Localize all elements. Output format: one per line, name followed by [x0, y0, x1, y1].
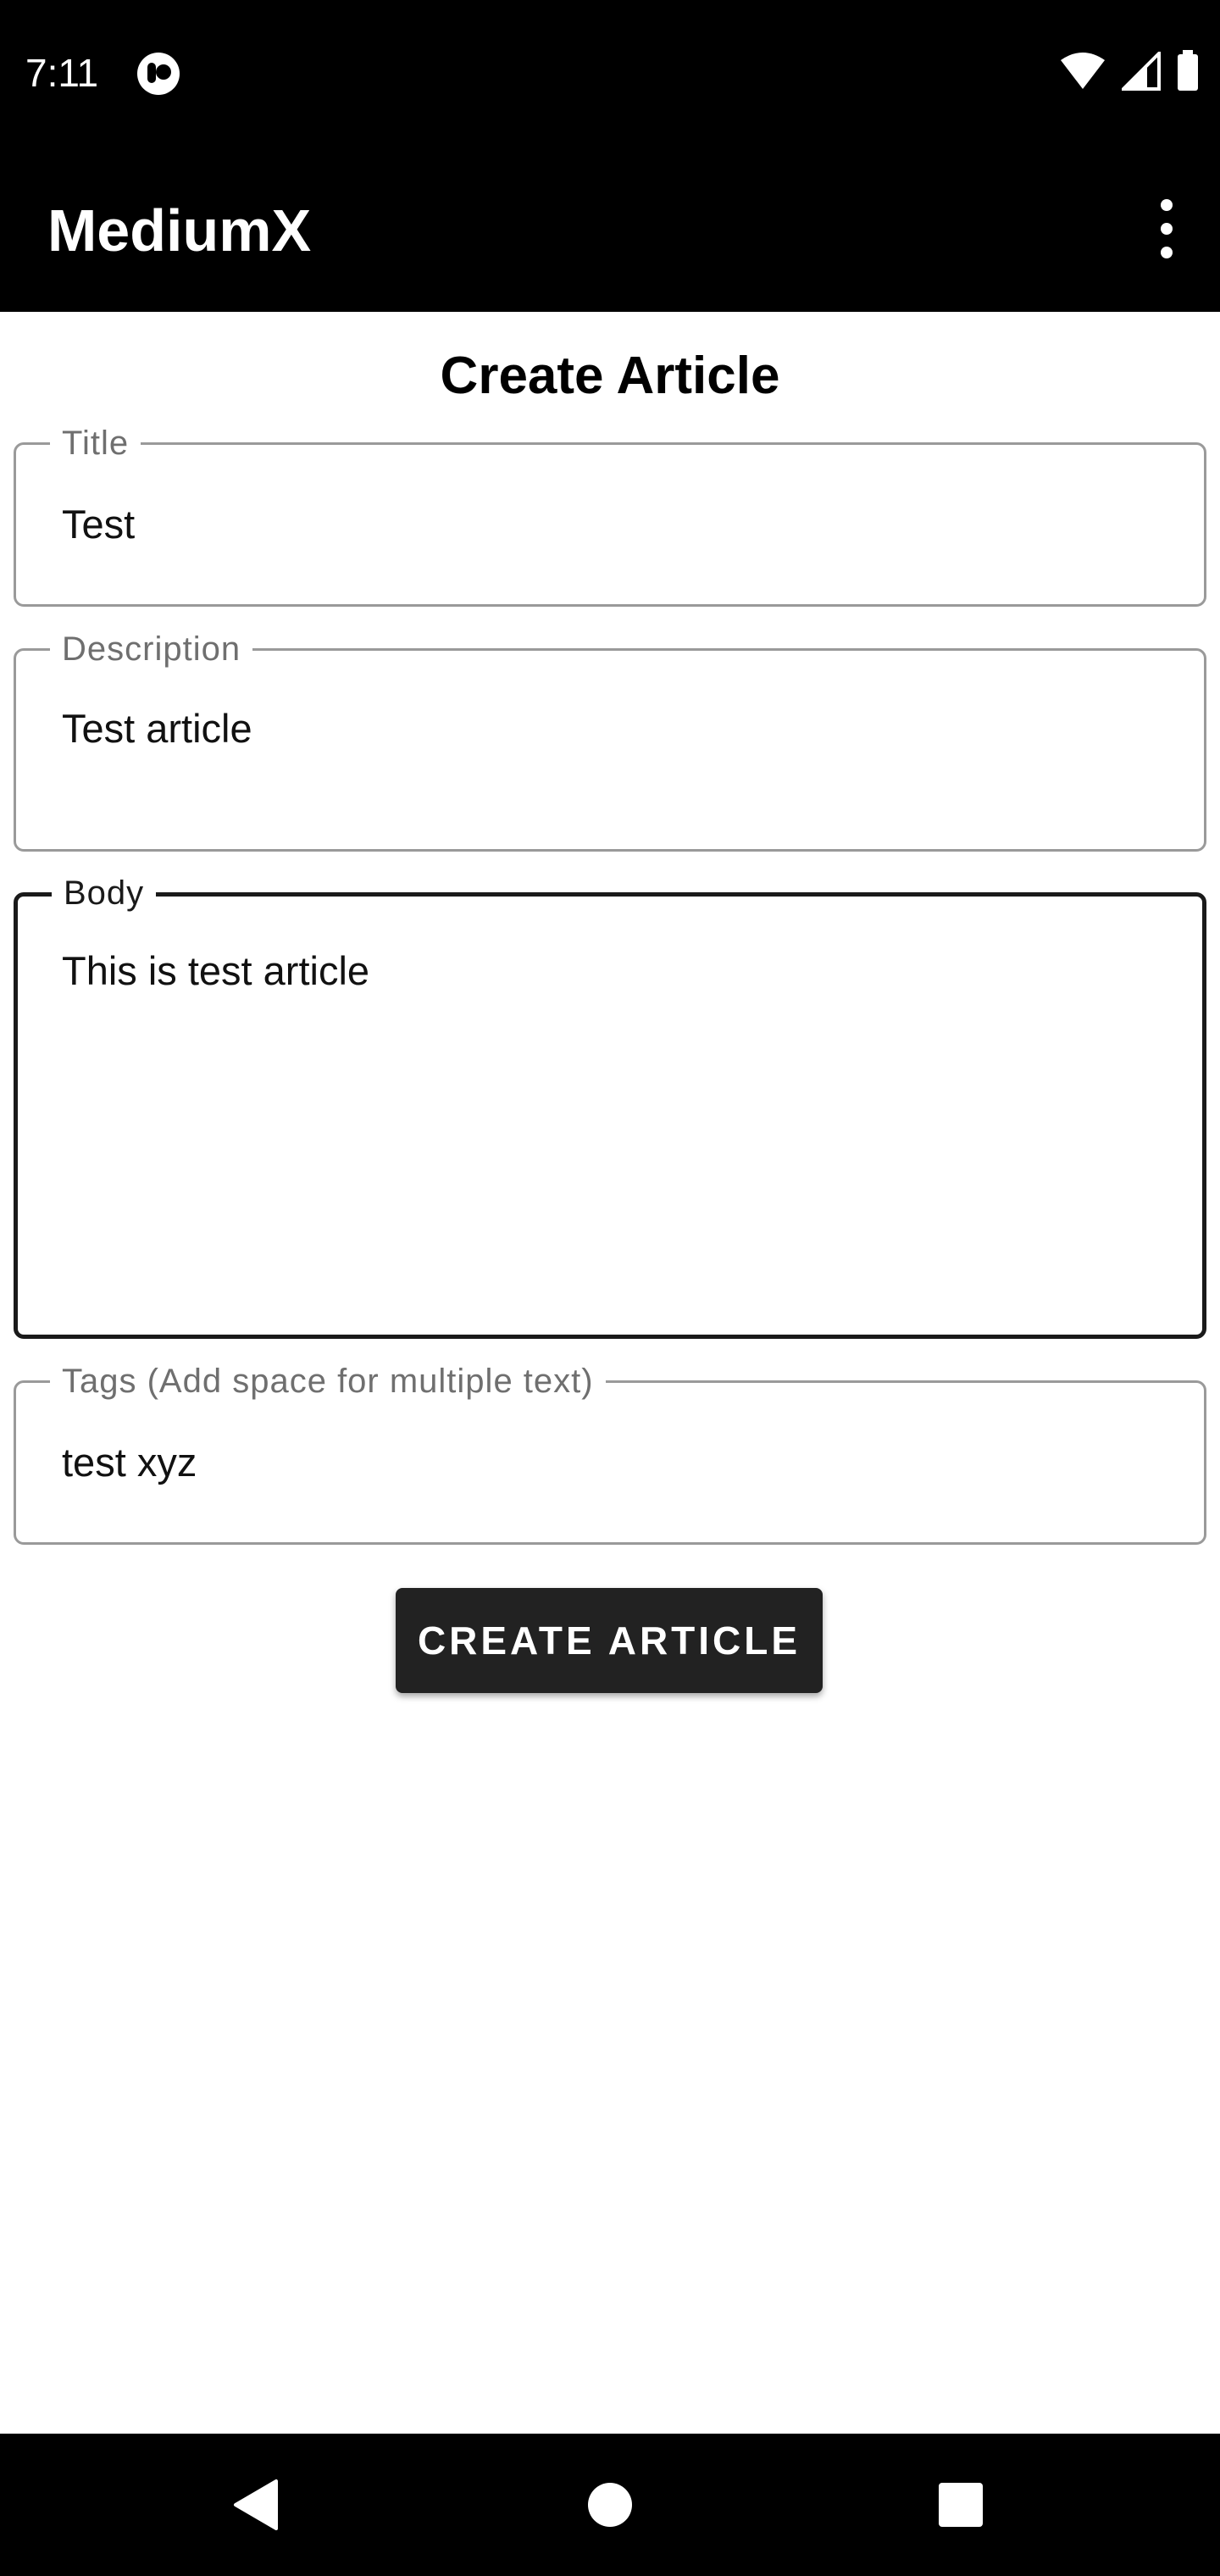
app-title: MediumX — [47, 197, 312, 264]
description-field-value[interactable]: Test article — [62, 703, 252, 754]
status-bar: 7:11 — [0, 0, 1220, 146]
tags-field[interactable]: Tags (Add space for multiple text) test … — [14, 1361, 1206, 1545]
more-vert-icon[interactable] — [1145, 193, 1188, 264]
status-time: 7:11 — [25, 51, 99, 95]
home-icon[interactable] — [576, 2471, 644, 2539]
description-field[interactable]: Description Test article — [14, 629, 1206, 852]
title-field[interactable]: Title Test — [14, 423, 1206, 607]
navigation-bar — [0, 2434, 1220, 2576]
body-field-label: Body — [52, 873, 157, 913]
status-icons — [1059, 48, 1200, 97]
body-field-value[interactable]: This is test article — [62, 946, 369, 997]
app-notification-icon — [136, 51, 181, 97]
cellular-signal-icon — [1119, 48, 1161, 95]
tags-field-value[interactable]: test xyz — [62, 1437, 197, 1488]
body-field[interactable]: Body This is test article — [14, 873, 1206, 1339]
tags-field-label: Tags (Add space for multiple text) — [50, 1361, 606, 1402]
back-icon[interactable] — [222, 2471, 290, 2539]
wifi-icon — [1059, 52, 1106, 95]
create-article-button[interactable]: CREATE ARTICLE — [396, 1588, 823, 1693]
battery-icon — [1176, 49, 1200, 97]
description-field-label: Description — [50, 629, 253, 669]
recents-icon[interactable] — [927, 2471, 995, 2539]
page-title: Create Article — [440, 347, 780, 405]
title-field-label: Title — [50, 423, 141, 464]
app-bar: MediumX — [0, 146, 1220, 312]
title-field-value[interactable]: Test — [62, 499, 135, 550]
